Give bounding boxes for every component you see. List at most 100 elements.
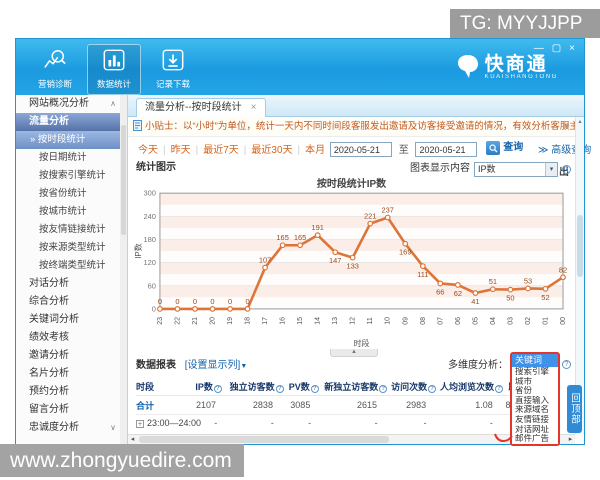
app-window: 营销诊断 数据统计 记录下载 快商通 KUAISHANGTONG — ▢ × 网站概… <box>15 38 591 446</box>
sidebar-item[interactable]: 综合分析 <box>16 293 127 311</box>
toolbar-download-button[interactable]: 记录下载 <box>146 44 200 95</box>
sidebar-item[interactable]: 按城市统计 <box>16 203 127 221</box>
sidebar-scroll-down-icon[interactable]: ∨ <box>110 419 116 437</box>
svg-text:时段: 时段 <box>354 338 370 348</box>
sidebar-item[interactable]: 留言分析 <box>16 401 127 419</box>
sidebar-item[interactable]: 按来源类型统计 <box>16 239 127 257</box>
caret-down-icon: ▼ <box>240 363 248 370</box>
date-from-input[interactable] <box>329 142 392 158</box>
back-to-top-button[interactable]: 回顶部 <box>567 385 582 433</box>
svg-text:191: 191 <box>311 223 323 232</box>
svg-text:180: 180 <box>143 235 155 244</box>
svg-text:16: 16 <box>280 317 287 325</box>
advanced-search-label: 高级查询 <box>551 144 592 156</box>
svg-text:20: 20 <box>210 317 217 325</box>
column-help-icon[interactable]: ? <box>494 385 503 393</box>
sidebar-item[interactable]: 按省份统计 <box>16 185 127 203</box>
svg-text:51: 51 <box>489 277 497 286</box>
quick-filter-4[interactable]: 本月 <box>305 145 325 156</box>
svg-text:13: 13 <box>332 317 339 325</box>
search-button-label: 查询 <box>503 142 524 153</box>
svg-text:IP数: IP数 <box>133 243 143 259</box>
sidebar-item[interactable]: 绩效考核 <box>16 329 127 347</box>
svg-text:22: 22 <box>174 317 181 325</box>
table-cell: - <box>489 418 493 428</box>
minimize-button[interactable]: — <box>534 43 544 54</box>
sidebar-scroll-thumb[interactable] <box>121 125 126 235</box>
sidebar-scroll-up-icon[interactable]: ∧ <box>110 95 116 113</box>
sidebar-item[interactable]: 按终端类型统计 <box>16 257 127 275</box>
sidebar-item[interactable]: 名片分析 <box>16 365 127 383</box>
column-help-icon[interactable]: ? <box>213 385 222 393</box>
dimension-option[interactable]: 关键词 <box>512 354 558 367</box>
filter-separator: | <box>243 144 247 156</box>
svg-text:300: 300 <box>143 189 155 198</box>
toolbar-stats-button[interactable]: 数据统计 <box>87 44 141 95</box>
sidebar-item[interactable]: 关键词分析 <box>16 311 127 329</box>
sidebar-item[interactable]: 忠诚度分析 ∨ <box>16 419 127 437</box>
sidebar-item[interactable]: 邀请分析 <box>16 347 127 365</box>
quick-filter-3[interactable]: 最近30天 <box>251 145 292 156</box>
dimension-option[interactable]: 对话网址 <box>512 424 558 435</box>
chart-section-title: 统计图示 <box>136 162 176 173</box>
svg-text:221: 221 <box>364 212 376 221</box>
quick-filter-1[interactable]: 昨天 <box>171 145 191 156</box>
brand-logo: 快商通 KUAISHANGTONG <box>456 54 558 80</box>
download-icon <box>147 48 199 72</box>
scroll-right-icon[interactable]: ▸ <box>566 435 575 444</box>
svg-text:169: 169 <box>399 248 411 257</box>
collapse-chart-button[interactable]: ▲ <box>330 349 378 357</box>
dimension-option[interactable]: 来源域名 <box>512 405 558 415</box>
svg-text:04: 04 <box>490 317 497 325</box>
column-help-icon[interactable]: ? <box>379 385 388 393</box>
toolbar-diagnosis-button[interactable]: 营销诊断 <box>28 44 82 95</box>
tab-traffic-by-period[interactable]: 流量分析--按时段统计 × <box>136 98 266 117</box>
sidebar-item[interactable]: 流量分析 <box>16 113 127 131</box>
dimension-option[interactable]: 直接输入 <box>512 395 558 406</box>
dimension-option[interactable]: 邮件广告 <box>512 434 558 444</box>
sidebar-item[interactable]: » 按时段统计 <box>16 131 127 149</box>
quick-filter-2[interactable]: 最近7天 <box>203 145 239 156</box>
tab-close-icon[interactable]: × <box>251 102 257 113</box>
column-help-icon[interactable]: ? <box>310 385 319 393</box>
column-help-icon[interactable]: ? <box>428 385 437 393</box>
main-toolbar: 营销诊断 数据统计 记录下载 <box>28 44 200 95</box>
quick-filter-0[interactable]: 今天 <box>138 145 158 156</box>
dimension-option[interactable]: 省份 <box>512 386 558 396</box>
sidebar-item[interactable]: 预约分析 <box>16 383 127 401</box>
configure-columns-label: [设置显示列] <box>184 360 241 371</box>
configure-columns-link[interactable]: [设置显示列]▼ <box>185 360 248 371</box>
sidebar-item[interactable]: 网站概况分析 ∧ <box>16 95 127 113</box>
sidebar-scrollbar[interactable] <box>120 95 127 444</box>
tip-bar: × 小贴士：以“小时”为单位，统计一天内不同时间段客服发出邀请及访客接受邀请的情况… <box>128 117 575 137</box>
sidebar-item[interactable]: 按友情链接统计 <box>16 221 127 239</box>
scroll-left-icon[interactable]: ◂ <box>128 435 137 444</box>
row-label[interactable]: +23:00—24:00 <box>136 418 201 428</box>
chart-metric-select[interactable]: IP数 ▾ <box>474 161 558 177</box>
horizontal-scroll-thumb[interactable] <box>139 436 390 443</box>
dimension-help-icon[interactable]: ? <box>562 360 571 369</box>
svg-text:50: 50 <box>506 294 514 303</box>
sidebar-item[interactable]: 对话分析 <box>16 275 127 293</box>
expand-row-icon[interactable]: + <box>136 420 144 428</box>
column-help-icon[interactable]: ? <box>275 385 284 393</box>
dimension-option[interactable]: 友情链接 <box>512 414 558 425</box>
sidebar-item[interactable]: 按搜索引擎统计 <box>16 167 127 185</box>
svg-text:147: 147 <box>329 256 341 265</box>
table-title-row: 数据报表 [设置显示列]▼ <box>136 358 247 373</box>
maximize-button[interactable]: ▢ <box>552 43 561 54</box>
close-button[interactable]: × <box>569 43 575 54</box>
date-to-input[interactable] <box>415 142 478 158</box>
vertical-scroll-thumb[interactable] <box>577 215 583 277</box>
dimension-option[interactable]: 城市 <box>512 376 558 387</box>
stats-icon <box>88 48 140 72</box>
search-button[interactable]: 查询 <box>486 137 523 159</box>
advanced-chevron-icon: ≫ <box>538 144 549 156</box>
scroll-up-icon[interactable]: ▴ <box>576 118 584 125</box>
table-cell: - <box>308 418 312 428</box>
sidebar-item[interactable]: 按日期统计 <box>16 149 127 167</box>
column-header: IP数? <box>189 380 228 393</box>
help-icon[interactable]: ? <box>562 164 571 174</box>
dimension-option[interactable]: 搜索引擎 <box>512 367 558 377</box>
app-titlebar: 营销诊断 数据统计 记录下载 快商通 KUAISHANGTONG — ▢ × <box>16 39 584 95</box>
